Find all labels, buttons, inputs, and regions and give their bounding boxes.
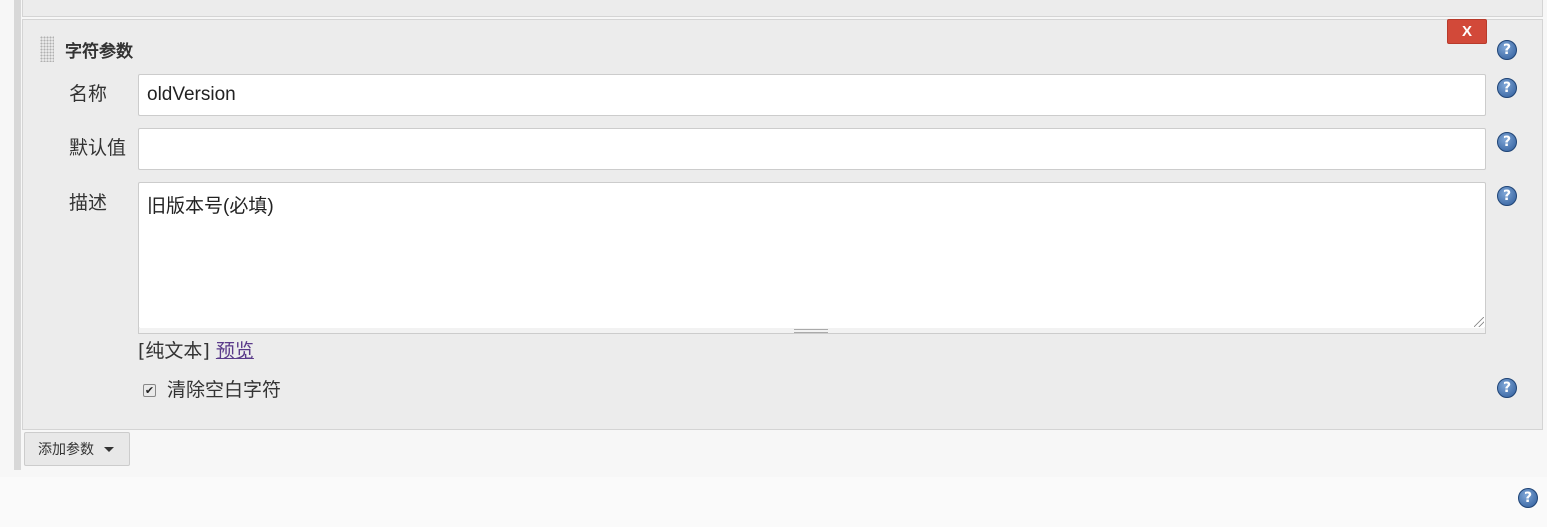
parameter-title: 字符参数 — [65, 42, 133, 62]
drag-handle-icon[interactable] — [40, 36, 54, 62]
default-value-input[interactable] — [138, 128, 1486, 170]
delete-parameter-button[interactable]: X — [1447, 19, 1487, 44]
plain-text-label: [纯文本] — [138, 340, 210, 362]
help-icon[interactable] — [1497, 378, 1517, 398]
resize-corner-icon[interactable] — [1474, 317, 1484, 327]
add-parameter-label: 添加参数 — [38, 441, 94, 457]
name-label: 名称 — [69, 83, 108, 105]
help-icon[interactable] — [1497, 186, 1517, 206]
caret-down-icon — [104, 446, 114, 452]
help-icon[interactable] — [1497, 78, 1517, 98]
markup-format-line: [纯文本] 预览 — [138, 336, 254, 363]
left-indent-rule — [14, 0, 21, 470]
help-icon[interactable] — [1518, 488, 1538, 508]
help-icon[interactable] — [1497, 132, 1517, 152]
string-parameter-block: 字符参数 X 名称 默认值 描述 旧版本号(必填) [纯文本] 预览 ✔ 清除空… — [22, 19, 1543, 430]
add-parameter-button[interactable]: 添加参数 — [24, 432, 130, 466]
help-icon[interactable] — [1497, 40, 1517, 60]
trim-label: 清除空白字符 — [167, 379, 282, 401]
resize-grip-icon[interactable] — [794, 329, 828, 333]
previous-parameter-block — [22, 0, 1543, 17]
trim-checkbox[interactable]: ✔ — [143, 384, 156, 397]
name-input[interactable] — [138, 74, 1486, 116]
preview-link[interactable]: 预览 — [216, 340, 254, 362]
footer-band — [0, 477, 1547, 527]
description-label: 描述 — [69, 192, 108, 214]
description-textarea[interactable]: 旧版本号(必填) — [138, 182, 1486, 329]
default-value-label: 默认值 — [69, 137, 127, 159]
